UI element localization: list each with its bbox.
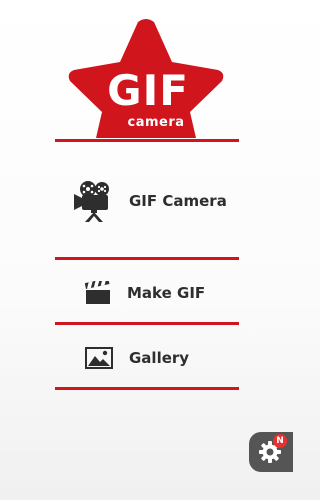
logo-title: GIF — [107, 66, 189, 115]
notification-badge: N — [273, 434, 287, 448]
app-logo: GIF camera — [66, 18, 226, 142]
divider — [55, 139, 239, 142]
logo-subtitle: camera — [127, 115, 185, 130]
image-gallery-icon — [85, 347, 113, 369]
divider — [55, 387, 239, 390]
menu-item-label: Make GIF — [127, 284, 206, 302]
movie-camera-icon — [73, 180, 117, 222]
menu-item-label: GIF Camera — [129, 192, 227, 210]
clapperboard-icon — [85, 281, 111, 305]
menu-item-make-gif[interactable]: Make GIF — [55, 278, 239, 308]
menu-item-label: Gallery — [129, 349, 190, 367]
app-screen: GIF camera GIF Camera Make GIF Gallery N — [0, 0, 293, 500]
menu-item-gallery[interactable]: Gallery — [55, 343, 239, 373]
divider — [55, 257, 239, 260]
menu-item-gif-camera[interactable]: GIF Camera — [55, 178, 239, 224]
divider — [55, 322, 239, 325]
